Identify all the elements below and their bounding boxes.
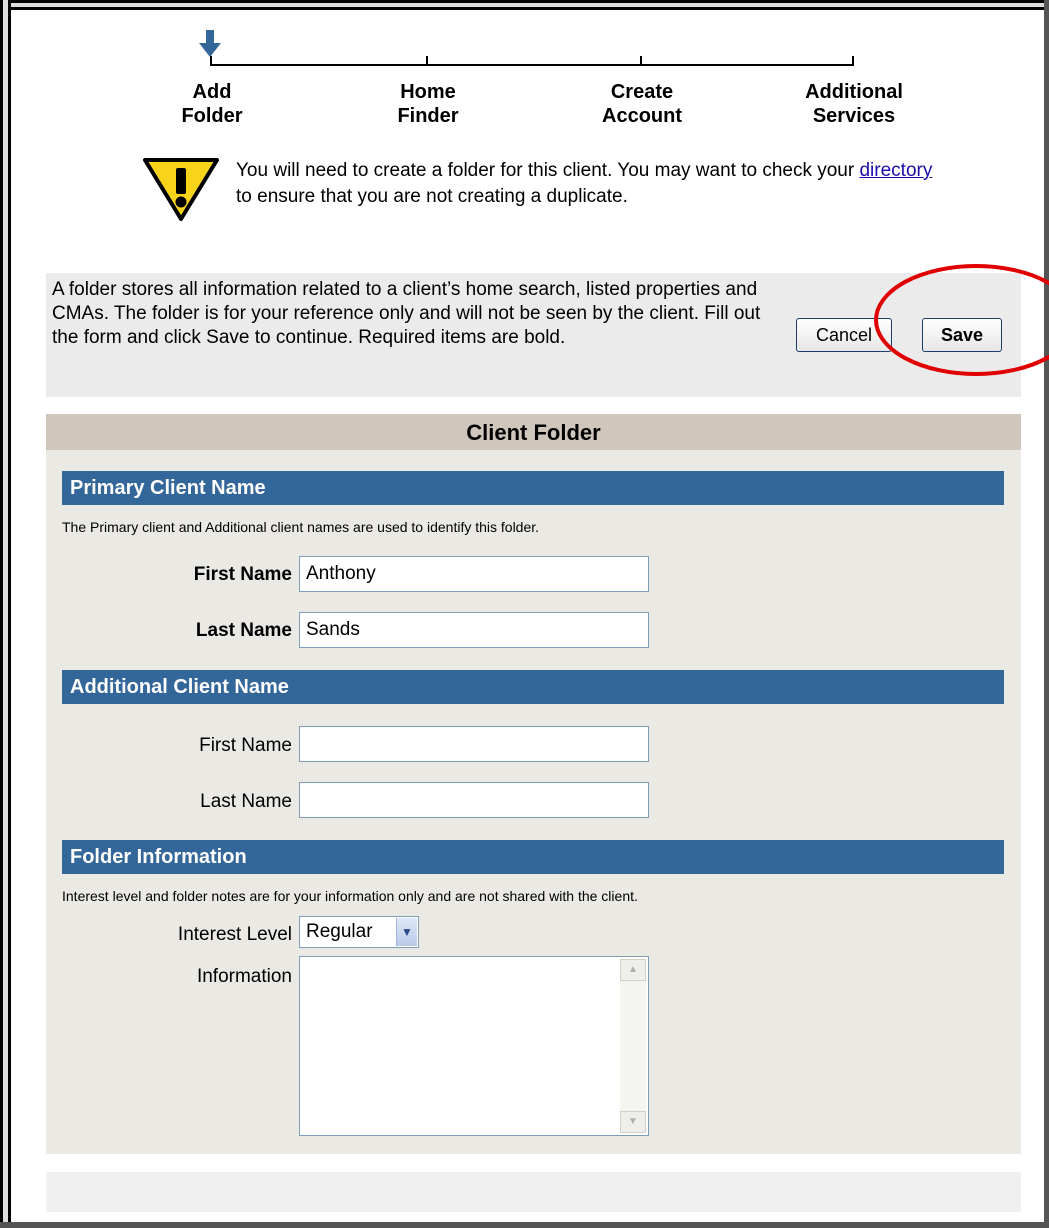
save-button[interactable]: Save	[922, 318, 1002, 352]
step-home-finder: Home Finder	[397, 81, 459, 127]
window-frame-right	[1044, 0, 1049, 1228]
window-frame-left-inner	[8, 0, 11, 1228]
instructions-text: A folder stores all information related …	[52, 279, 761, 348]
additional-last-name-label: Last Name	[200, 791, 292, 812]
information-textarea[interactable]	[299, 956, 649, 1136]
cancel-button[interactable]: Cancel	[796, 318, 892, 352]
warning-text: You will need to create a folder for thi…	[236, 160, 860, 181]
interest-level-select[interactable]: Regular ▼	[299, 916, 419, 948]
information-label: Information	[196, 966, 292, 987]
progress-tick	[852, 56, 854, 66]
progress-line	[210, 64, 854, 66]
progress-tick	[210, 56, 212, 66]
primary-first-name-input[interactable]	[299, 556, 649, 592]
primary-client-note: The Primary client and Additional client…	[62, 519, 540, 535]
primary-last-name-input[interactable]	[299, 612, 649, 648]
scroll-up-icon[interactable]: ▲	[620, 959, 646, 981]
additional-last-name-input[interactable]	[299, 782, 649, 818]
primary-last-name-label: Last Name	[195, 620, 292, 641]
scroll-down-icon[interactable]: ▼	[620, 1111, 646, 1133]
additional-first-name-input[interactable]	[299, 726, 649, 762]
page-bottom-strip	[46, 1172, 1021, 1212]
window-frame-bottom	[0, 1222, 1049, 1228]
warning-message: You will need to create a folder for thi…	[236, 158, 936, 210]
progress-tick	[426, 56, 428, 66]
step-add-folder: Add Folder	[181, 81, 243, 127]
step-additional-services: Additional Services	[805, 81, 903, 127]
folder-information-header: Folder Information	[62, 840, 1004, 874]
additional-client-header: Additional Client Name	[62, 670, 1004, 704]
chevron-down-icon[interactable]: ▼	[396, 918, 417, 946]
window-frame-top-inner	[0, 7, 1049, 10]
current-step-arrow-icon	[199, 30, 221, 57]
step-create-account: Create Account	[602, 81, 682, 127]
warning-icon	[143, 158, 219, 221]
interest-level-value: Regular	[306, 921, 373, 942]
panel-title: Client Folder	[46, 414, 1021, 450]
primary-first-name-label: First Name	[193, 564, 292, 585]
directory-link[interactable]: directory	[859, 160, 932, 181]
folder-information-note: Interest level and folder notes are for …	[62, 888, 638, 904]
information-scrollbar[interactable]: ▲ ▼	[620, 959, 646, 1133]
progress-tick	[640, 56, 642, 66]
warning-text-end: to ensure that you are not creating a du…	[236, 186, 628, 207]
additional-first-name-label: First Name	[199, 735, 292, 756]
primary-client-header: Primary Client Name	[62, 471, 1004, 505]
interest-level-label: Interest Level	[177, 924, 292, 945]
